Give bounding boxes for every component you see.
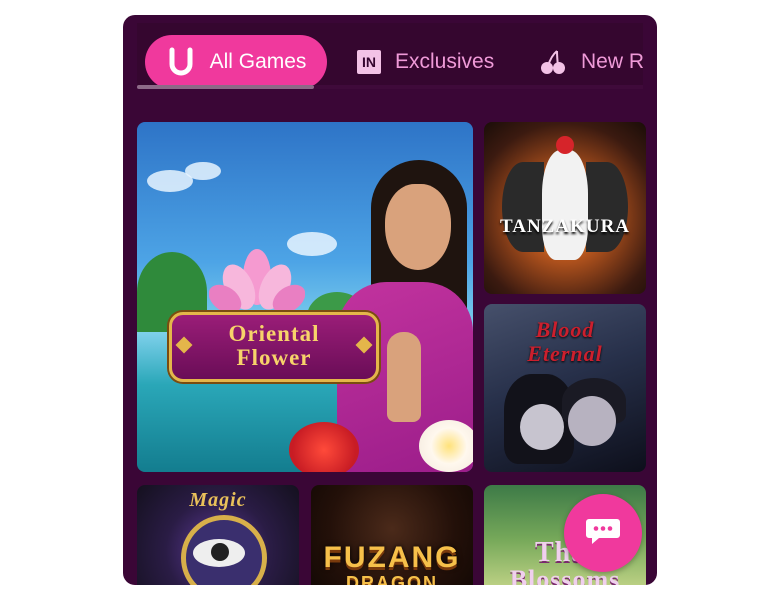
cherries-icon [539,48,567,76]
crane-body [542,150,588,260]
lotus-flower [209,249,305,314]
game-tile-magic[interactable]: Magic [137,485,299,585]
character-hands [387,332,421,422]
game-title: Flower [236,345,312,370]
games-panel: All Games IN Exclusives New R Oriental F… [123,15,657,585]
tab-new-releases[interactable]: New R [539,35,643,89]
character-face [520,404,564,450]
game-title: FUZANG [323,541,461,574]
eye-pupil [211,543,229,561]
tab-exclusives[interactable]: IN Exclusives [357,35,494,89]
tabs-scrollbar-thumb[interactable] [137,85,315,89]
game-tile-fuzang-dragon[interactable]: FUZANG DRAGON [311,485,473,585]
tab-all-games[interactable]: All Games [145,35,327,89]
tab-label: All Games [209,50,307,73]
in-badge-icon: IN [357,50,381,74]
hibiscus-flower [289,422,359,472]
game-title: Oriental [228,321,320,346]
game-logo: Oriental Flower [169,312,379,382]
tabs-scrollbar[interactable] [137,85,643,89]
game-subtitle: DRAGON [346,573,438,585]
frangipani-flower [419,420,473,472]
game-tile-tanzakura[interactable]: TANZAKURA [484,122,646,294]
game-tile-blood-eternal[interactable]: Blood Eternal [484,304,646,472]
game-title: Blood Eternal [527,317,603,366]
game-tile-oriental-flower[interactable]: Oriental Flower [137,122,473,472]
crane-head [556,136,574,154]
chat-button[interactable] [564,494,642,572]
game-title: Magic [189,489,247,511]
game-subtitle: Blossoms [509,565,621,585]
crane-wing [502,162,544,252]
category-tabs: All Games IN Exclusives New R [137,23,643,89]
horseshoe-icon [166,46,196,78]
character-face [568,396,616,446]
game-title: TANZAKURA [499,216,631,237]
chat-bubble-icon [585,515,621,552]
crane-wing [586,162,628,252]
tab-label: Exclusives [395,50,495,73]
character-face [385,184,451,270]
tab-label: New R [581,50,643,73]
cloud-decoration [185,162,221,180]
